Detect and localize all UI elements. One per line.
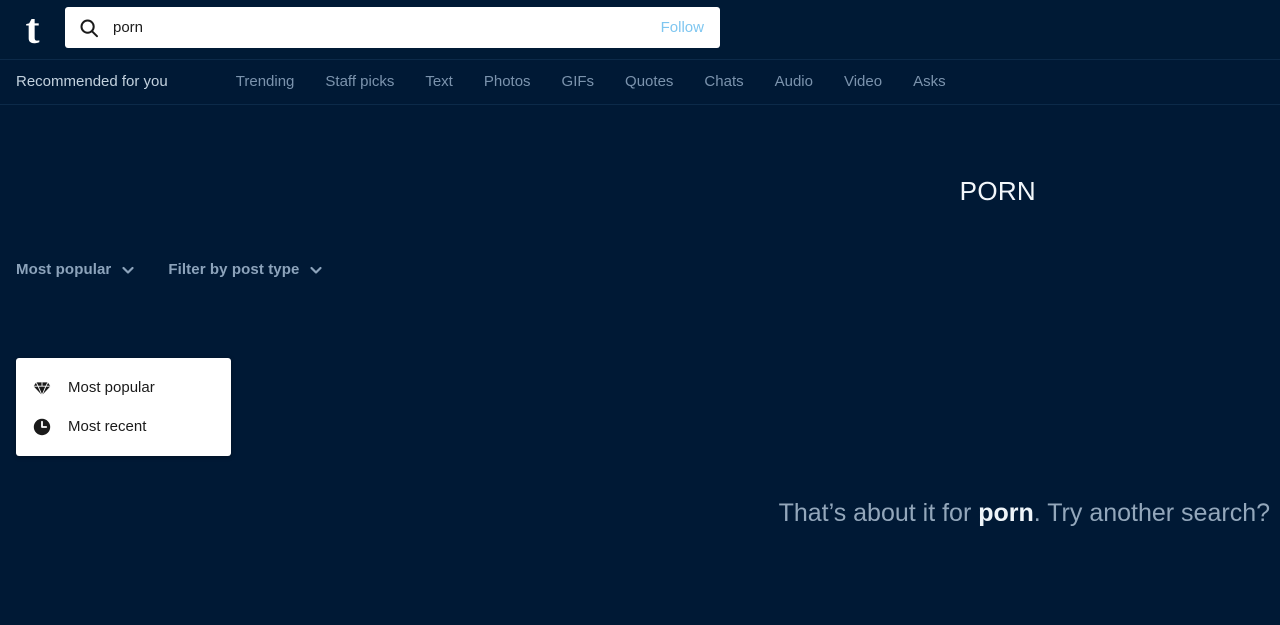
search-results-page: t Follow Recommended for you Trending St… [0,0,1280,625]
nav-item-trending[interactable]: Trending [236,72,295,92]
dropdown-option-most-popular[interactable]: Most popular [16,368,231,407]
sort-filter-label: Most popular [16,261,112,278]
top-header-bar: t Follow [0,0,1280,59]
nav-item-audio[interactable]: Audio [775,72,813,92]
diamond-icon [32,378,52,398]
category-nav-bar: Recommended for you Trending Staff picks… [0,59,1280,105]
sort-dropdown-menu: Most popular Most recent [16,358,231,456]
post-type-filter-button[interactable]: Filter by post type [168,260,323,280]
nav-item-asks[interactable]: Asks [913,72,946,92]
search-icon [79,18,99,38]
filter-toolbar: Most popular Filter by post type [16,260,323,280]
nav-item-gifs[interactable]: GIFs [562,72,595,92]
empty-message-search-term: porn [978,499,1034,527]
tumblr-logo-glyph: t [25,6,40,53]
nav-item-chats[interactable]: Chats [704,72,743,92]
chevron-down-icon [121,263,135,277]
nav-item-recommended-for-you[interactable]: Recommended for you [16,72,168,92]
post-type-filter-label: Filter by post type [168,261,300,278]
search-bar[interactable]: Follow [65,7,720,48]
search-input[interactable] [113,17,661,38]
nav-item-staff-picks[interactable]: Staff picks [325,72,394,92]
nav-item-photos[interactable]: Photos [484,72,531,92]
clock-icon [32,417,52,437]
empty-message-prefix: That’s about it for [778,499,979,527]
sort-filter-button[interactable]: Most popular [16,260,135,280]
search-results-content: PORN Most popular Filter by post type Mo… [0,105,1280,623]
dropdown-option-label: Most recent [68,417,147,435]
follow-button[interactable]: Follow [661,18,706,38]
dropdown-option-most-recent[interactable]: Most recent [16,407,231,446]
page-title: PORN [959,176,1036,206]
tumblr-logo[interactable]: t [0,0,65,59]
empty-results-message: That’s about it for porn. Try another se… [0,496,1270,530]
chevron-down-icon [309,263,323,277]
nav-item-video[interactable]: Video [844,72,882,92]
nav-item-text[interactable]: Text [425,72,453,92]
empty-message-suffix: . Try another search? [1033,499,1270,527]
nav-item-quotes[interactable]: Quotes [625,72,673,92]
dropdown-option-label: Most popular [68,378,155,396]
